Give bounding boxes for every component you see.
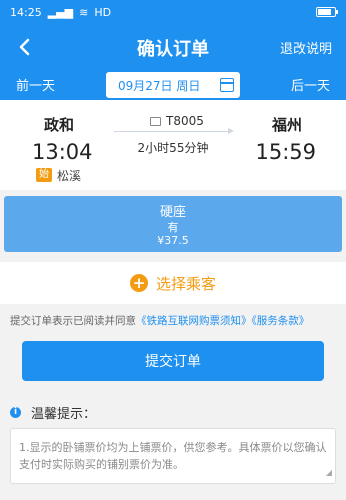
signal-icon: ▂▄▆ <box>47 5 74 19</box>
next-day-button[interactable]: 后一天 <box>291 75 330 94</box>
tips-title: 温馨提示： <box>31 407 97 422</box>
date-picker[interactable]: 09月27日 周日 <box>106 72 240 98</box>
calendar-icon <box>220 78 234 92</box>
wifi-icon: ≋ <box>79 5 89 19</box>
prev-day-button[interactable]: 前一天 <box>16 75 55 94</box>
plus-icon: + <box>129 274 148 292</box>
seat-option-hard-seat[interactable]: 硬座 有 ¥37.5 <box>4 196 342 252</box>
route-arrow <box>114 128 234 134</box>
resize-handle-icon: ◢ <box>325 468 332 477</box>
submit-order-button[interactable]: 提交订单 <box>22 341 324 381</box>
start-station-badge: 始 <box>36 168 52 182</box>
status-bar: 14:25 ▂▄▆ ≋ HD <box>0 0 346 24</box>
train-info-card: 政和 T8005 2小时55分钟 福州 13:04 15:59 始 松溪 <box>0 100 346 190</box>
seat-price: ¥37.5 <box>157 234 189 247</box>
from-station: 政和 <box>44 116 75 134</box>
purchase-notice-link[interactable]: 《铁路互联网购票须知》 <box>136 315 252 327</box>
info-icon: i <box>10 407 21 418</box>
header: 确认订单 退改说明 <box>0 24 346 70</box>
train-number-label: T8005 <box>166 114 204 128</box>
seat-availability: 有 <box>167 221 179 234</box>
select-passenger-label: 选择乘客 <box>155 274 216 293</box>
train-number: T8005 <box>150 114 204 128</box>
tips-header: i 温馨提示： <box>10 403 96 422</box>
refund-policy-link[interactable]: 退改说明 <box>280 38 332 57</box>
seat-type: 硬座 <box>159 205 186 220</box>
origin-station: 松溪 <box>57 169 82 183</box>
status-time: 14:25 <box>10 5 42 19</box>
battery-icon <box>316 7 338 17</box>
tips-box: 1.显示的卧铺票价均为上铺票价，供您参考。具体票价以您确认支付时实际购买的铺别票… <box>10 428 336 484</box>
back-button[interactable] <box>12 32 36 62</box>
agreement-text: 提交订单表示已阅读并同意《铁路互联网购票须知》《服务条款》 <box>10 313 309 328</box>
select-passenger-button[interactable]: + 选择乘客 <box>0 262 346 304</box>
date-label: 09月27日 周日 <box>118 78 201 93</box>
terms-link[interactable]: 《服务条款》 <box>252 315 310 327</box>
depart-time: 13:04 <box>32 140 93 164</box>
tips-text: 1.显示的卧铺票价均为上铺票价，供您参考。具体票价以您确认支付时实际购买的铺别票… <box>19 441 327 471</box>
agreement-prefix: 提交订单表示已阅读并同意 <box>10 315 136 327</box>
network-type: HD <box>94 5 112 19</box>
ticket-icon <box>150 116 161 126</box>
arrive-time: 15:59 <box>255 140 316 164</box>
chevron-left-icon <box>19 38 30 56</box>
date-bar: 前一天 09月27日 周日 后一天 <box>0 70 346 100</box>
to-station: 福州 <box>271 116 302 134</box>
